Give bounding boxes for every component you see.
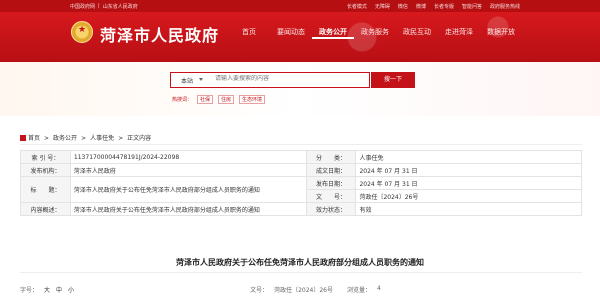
link-hotline[interactable]: 政府服务热线 [490, 3, 520, 10]
nav-home[interactable]: 首页 [228, 25, 270, 39]
nav-interaction[interactable]: 政民互动 [396, 25, 438, 39]
doc-number: 菏政任〔2024〕26号 [274, 287, 333, 294]
font-size-label: 字号： [20, 287, 39, 294]
meta-key: 发布机构： [20, 163, 71, 177]
meta-key: 内容概述： [20, 202, 71, 216]
meta-value: 菏泽市人民政府关于公布任免菏泽市人民政府部分组成人员职务的通知 [69, 202, 307, 216]
meta-key: 效力状态： [305, 202, 357, 216]
table-row: 标 题： 菏泽市人民政府关于公布任免菏泽市人民政府部分组成人员职务的通知 发布日… [20, 176, 582, 203]
meta-key: 标 题： [20, 176, 71, 203]
meta-value: 菏政任〔2024〕26号 [355, 189, 582, 203]
hot-tag-housing[interactable]: 住房 [218, 95, 235, 104]
article-title: 菏泽市人民政府关于公布任免菏泽市人民政府部分组成人员职务的通知 [176, 258, 424, 267]
link-smart-qa[interactable]: 智能问答 [462, 3, 482, 10]
link-elder-edition[interactable]: 长者专版 [434, 3, 454, 10]
breadcrumb-current: 正文内容 [127, 135, 152, 142]
nav-news[interactable]: 要闻动态 [270, 25, 312, 39]
breadcrumb-separator: > [118, 135, 124, 142]
breadcrumb: 首页 > 政务公开 > 人事任免 > 正文内容 [20, 133, 582, 145]
national-emblem-icon [71, 21, 93, 43]
link-elder-mode[interactable]: 长者模式 [347, 3, 367, 10]
meta-key: 分 类： [305, 150, 357, 164]
views-label: 浏览量： [346, 287, 371, 294]
meta-value: 菏泽市人民政府关于公布任免菏泽市人民政府部分组成人员职务的通知 [69, 176, 307, 203]
home-icon [20, 135, 26, 141]
font-size-small[interactable]: 小 [68, 285, 74, 294]
breadcrumb-personnel[interactable]: 人事任免 [90, 135, 114, 142]
meta-value: 有效 [355, 202, 582, 216]
site-title[interactable]: 菏泽市人民政府 [100, 22, 219, 46]
table-row: 发布机构： 菏泽市人民政府 成文日期： 2024 年 07 月 31 日 [20, 163, 582, 177]
link-weibo[interactable]: 微博 [416, 3, 426, 10]
divider [20, 272, 582, 273]
chevron-down-icon[interactable] [199, 78, 203, 81]
meta-value: 人事任免 [355, 150, 582, 164]
hot-tag-environment[interactable]: 生态环境 [239, 95, 266, 104]
hot-search: 热搜词： 社保 住房 生态环境 [172, 95, 266, 104]
font-size-large[interactable]: 大 [44, 285, 50, 294]
main-nav: 首页 要闻动态 政务公开 政务服务 政民互动 走进菏泽 数据开放 [228, 25, 522, 39]
nav-gov-open[interactable]: 政务公开 [312, 25, 354, 39]
meta-value: 菏泽市人民政府 [69, 163, 307, 177]
meta-key: 发布日期： [305, 176, 357, 190]
search-box: 本站 [170, 72, 370, 88]
link-wechat[interactable]: 微信 [398, 3, 408, 10]
hot-tag-social-security[interactable]: 社保 [197, 95, 214, 104]
meta-value: 2024 年 07 月 31 日 [355, 163, 582, 177]
document-metadata-table: 索 引 号： 11371700004478191J/2024-22098 分 类… [20, 150, 582, 216]
meta-value: 2024 年 07 月 31 日 [355, 176, 582, 190]
nav-about-heze[interactable]: 走进菏泽 [438, 25, 480, 39]
meta-key: 索 引 号： [20, 150, 71, 164]
link-shandong-gov[interactable]: 山东省人民政府 [103, 3, 138, 10]
font-size-medium[interactable]: 中 [56, 285, 62, 294]
meta-key: 成文日期： [305, 163, 357, 177]
link-accessibility[interactable]: 无障碍 [375, 3, 390, 10]
search-scope-select[interactable]: 本站 [181, 76, 193, 85]
separator: | [98, 3, 100, 9]
table-row: 内容概述： 菏泽市人民政府关于公布任免菏泽市人民政府部分组成人员职务的通知 效力… [20, 202, 582, 216]
table-row: 索 引 号： 11371700004478191J/2024-22098 分 类… [20, 150, 582, 164]
meta-value: 11371700004478191J/2024-22098 [69, 150, 307, 164]
search-input[interactable] [215, 75, 365, 82]
meta-key: 文 号： [305, 189, 357, 203]
doc-number-label: 文号： [250, 287, 269, 294]
hot-search-label: 热搜词： [172, 97, 193, 103]
nav-services[interactable]: 政务服务 [354, 25, 396, 39]
article-info-bar: 字号： 大 中 小 文号： 菏政任〔2024〕26号 浏览量： 4 [20, 285, 582, 294]
top-links-bar: 中国政府网 | 山东省人民政府 长者模式 无障碍 微信 微博 长者专版 智能问答… [0, 0, 600, 12]
breadcrumb-gov-open[interactable]: 政务公开 [53, 135, 77, 142]
link-central-gov[interactable]: 中国政府网 [70, 3, 95, 10]
search-button[interactable]: 搜一下 [371, 72, 415, 88]
breadcrumb-separator: > [44, 135, 50, 142]
views-count: 4 [377, 285, 381, 292]
breadcrumb-home[interactable]: 首页 [28, 135, 40, 142]
nav-open-data[interactable]: 数据开放 [480, 25, 522, 39]
breadcrumb-separator: > [81, 135, 87, 142]
search-band [0, 62, 600, 116]
